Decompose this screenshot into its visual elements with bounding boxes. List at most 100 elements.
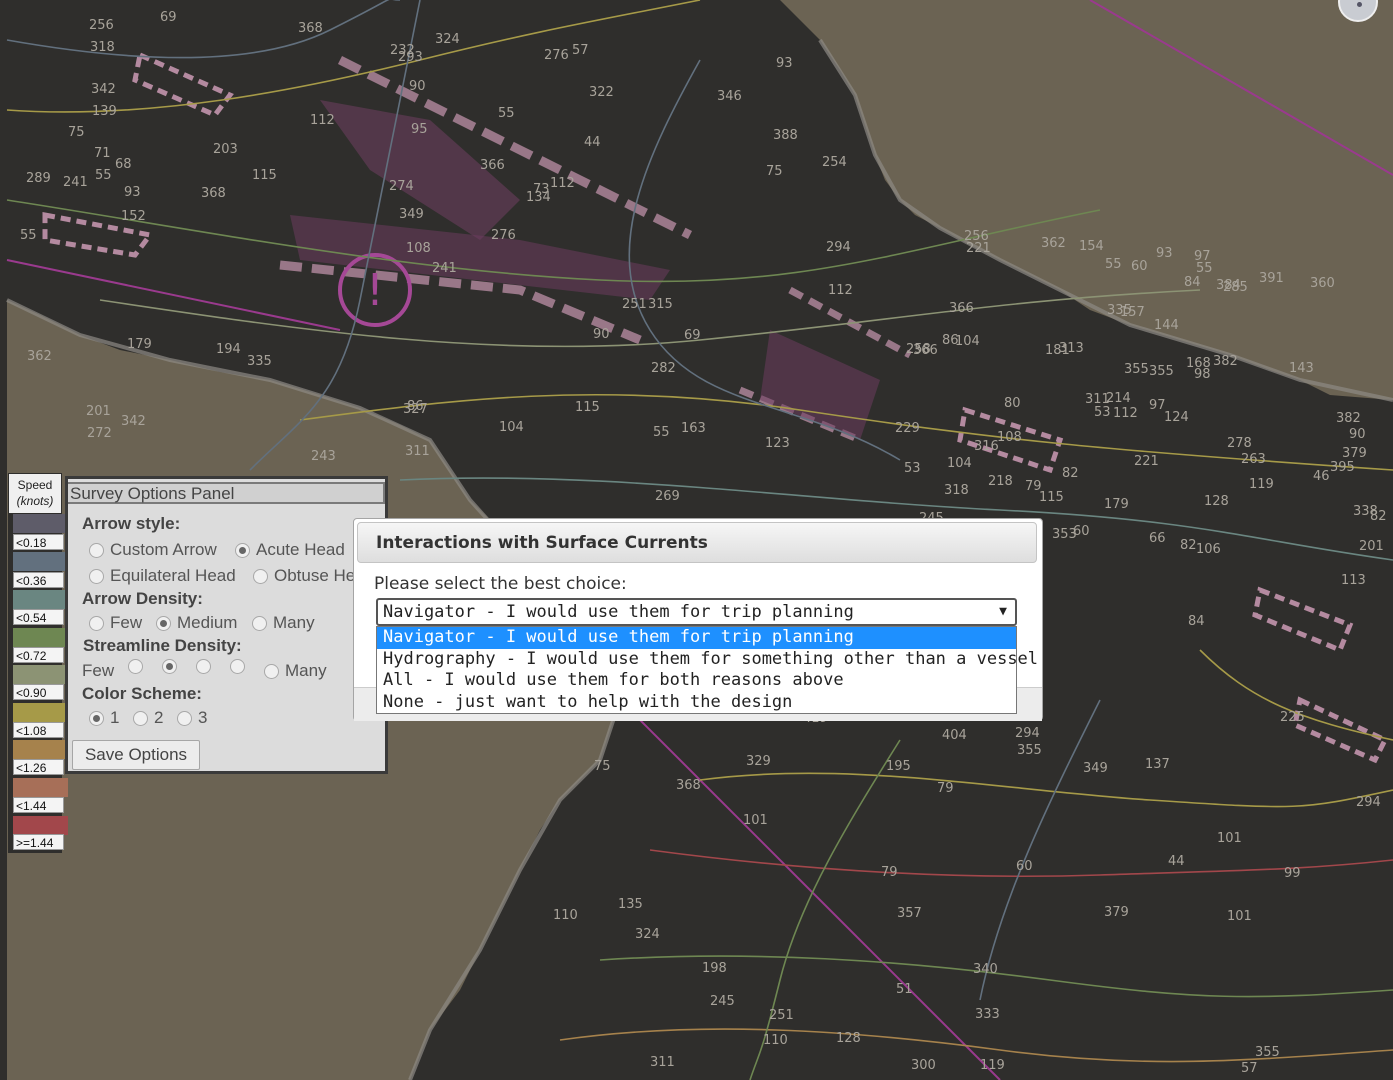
depth-sounding: 115 bbox=[252, 168, 277, 183]
radio-button[interactable] bbox=[230, 659, 245, 674]
depth-sounding: 384 bbox=[1216, 278, 1241, 293]
arrow-density-many[interactable]: Many bbox=[252, 613, 315, 633]
arrow-style-equilateral[interactable]: Equilateral Head bbox=[89, 566, 236, 586]
depth-sounding: 163 bbox=[681, 421, 706, 436]
depth-sounding: 379 bbox=[1342, 446, 1367, 461]
radio-button[interactable] bbox=[196, 659, 211, 674]
choice-select[interactable]: Navigator - I would use them for trip pl… bbox=[376, 598, 1017, 626]
arrow-style-custom[interactable]: Custom Arrow bbox=[89, 540, 217, 560]
depth-sounding: 51 bbox=[896, 982, 913, 997]
arrow-density-few[interactable]: Few bbox=[89, 613, 142, 633]
legend-label: <0.18 bbox=[13, 534, 64, 550]
depth-sounding: 274 bbox=[389, 179, 414, 194]
depth-sounding: 272 bbox=[87, 426, 112, 441]
legend-header: Speed (knots) bbox=[9, 474, 61, 513]
radio-button[interactable] bbox=[89, 568, 104, 584]
depth-sounding: 104 bbox=[499, 420, 524, 435]
depth-sounding: 362 bbox=[1041, 236, 1066, 251]
streamline-few-label: Few bbox=[82, 661, 114, 681]
depth-sounding: 395 bbox=[1330, 460, 1355, 475]
depth-sounding: 221 bbox=[1134, 454, 1159, 469]
option-label: Equilateral Head bbox=[110, 566, 236, 585]
depth-sounding: 55 bbox=[1105, 257, 1122, 272]
legend-swatch bbox=[13, 552, 68, 571]
depth-sounding: 112 bbox=[310, 113, 335, 128]
streamline-density-many[interactable]: Many bbox=[264, 661, 327, 681]
streamline-density-4[interactable] bbox=[230, 659, 251, 674]
radio-button[interactable] bbox=[252, 615, 267, 631]
radio-button[interactable] bbox=[128, 659, 143, 674]
depth-sounding: 315 bbox=[648, 297, 673, 312]
depth-sounding: 391 bbox=[1259, 271, 1284, 286]
depth-sounding: 318 bbox=[944, 483, 969, 498]
depth-sounding: 46 bbox=[1313, 469, 1330, 484]
depth-sounding: 143 bbox=[1289, 361, 1314, 376]
radio-button[interactable] bbox=[89, 615, 104, 631]
depth-sounding: 349 bbox=[399, 207, 424, 222]
streamline-density-2[interactable] bbox=[162, 659, 183, 674]
caution-glyph: ! bbox=[366, 265, 384, 316]
depth-sounding: 263 bbox=[1241, 452, 1266, 467]
depth-sounding: 254 bbox=[822, 155, 847, 170]
radio-button[interactable] bbox=[89, 710, 104, 726]
depth-sounding: 68 bbox=[115, 157, 132, 172]
depth-sounding: 84 bbox=[1184, 275, 1201, 290]
dropdown-option-navigator[interactable]: Navigator - I would use them for trip pl… bbox=[377, 627, 1016, 649]
depth-sounding: 60 bbox=[1016, 859, 1033, 874]
dropdown-option-none[interactable]: None - just want to help with the design bbox=[377, 692, 1016, 714]
depth-sounding: 340 bbox=[973, 962, 998, 977]
depth-sounding: 99 bbox=[1284, 866, 1301, 881]
depth-sounding: 71 bbox=[94, 146, 111, 161]
choice-dropdown-list[interactable]: Navigator - I would use them for trip pl… bbox=[376, 626, 1038, 714]
depth-sounding: 203 bbox=[213, 142, 238, 157]
depth-sounding: 243 bbox=[311, 449, 336, 464]
radio-button[interactable] bbox=[162, 659, 177, 674]
depth-sounding: 368 bbox=[201, 186, 226, 201]
radio-button[interactable] bbox=[264, 663, 279, 679]
depth-sounding: 276 bbox=[491, 228, 516, 243]
dropdown-option-hydrography[interactable]: Hydrography - I would use them for somet… bbox=[377, 649, 1038, 671]
streamline-density-1[interactable] bbox=[128, 659, 149, 674]
depth-sounding: 258 bbox=[906, 342, 931, 357]
depth-sounding: 93 bbox=[124, 185, 141, 200]
depth-sounding: 108 bbox=[406, 241, 431, 256]
depth-sounding: 157 bbox=[1120, 305, 1145, 320]
depth-sounding: 79 bbox=[937, 781, 954, 796]
radio-button[interactable] bbox=[156, 615, 171, 631]
depth-sounding: 355 bbox=[1017, 743, 1042, 758]
depth-sounding: 355 bbox=[1124, 362, 1149, 377]
legend-label: <1.26 bbox=[13, 759, 64, 775]
color-scheme-3[interactable]: 3 bbox=[177, 708, 207, 728]
color-scheme-2[interactable]: 2 bbox=[133, 708, 163, 728]
option-label: Few bbox=[110, 613, 143, 632]
arrow-density-medium[interactable]: Medium bbox=[156, 613, 237, 633]
depth-sounding: 137 bbox=[1145, 757, 1170, 772]
depth-sounding: 80 bbox=[1004, 396, 1021, 411]
save-options-button[interactable]: Save Options bbox=[72, 740, 200, 770]
radio-button[interactable] bbox=[177, 710, 192, 726]
option-label: Custom Arrow bbox=[110, 540, 217, 559]
dropdown-arrow-icon[interactable]: ▼ bbox=[999, 600, 1007, 624]
depth-sounding: 241 bbox=[432, 261, 457, 276]
dropdown-option-all[interactable]: All - I would use them for both reasons … bbox=[377, 670, 1016, 692]
option-label: Many bbox=[273, 613, 315, 632]
depth-sounding: 379 bbox=[1104, 905, 1129, 920]
depth-sounding: 316 bbox=[974, 439, 999, 454]
arrow-style-acute[interactable]: Acute Head bbox=[235, 540, 345, 560]
radio-button[interactable] bbox=[235, 542, 250, 558]
legend-swatch bbox=[13, 740, 68, 759]
depth-sounding: 294 bbox=[1015, 726, 1040, 741]
depth-sounding: 318 bbox=[90, 40, 115, 55]
radio-button[interactable] bbox=[253, 568, 268, 584]
depth-sounding: 135 bbox=[618, 897, 643, 912]
depth-sounding: 93 bbox=[1156, 246, 1173, 261]
legend-swatch bbox=[13, 778, 68, 797]
depth-sounding: 278 bbox=[1227, 436, 1252, 451]
streamline-density-3[interactable] bbox=[196, 659, 217, 674]
depth-sounding: 368 bbox=[298, 21, 323, 36]
color-scheme-1[interactable]: 1 bbox=[89, 708, 119, 728]
depth-sounding: 324 bbox=[635, 927, 660, 942]
radio-button[interactable] bbox=[133, 710, 148, 726]
depth-sounding: 294 bbox=[1356, 795, 1381, 810]
radio-button[interactable] bbox=[89, 542, 104, 558]
